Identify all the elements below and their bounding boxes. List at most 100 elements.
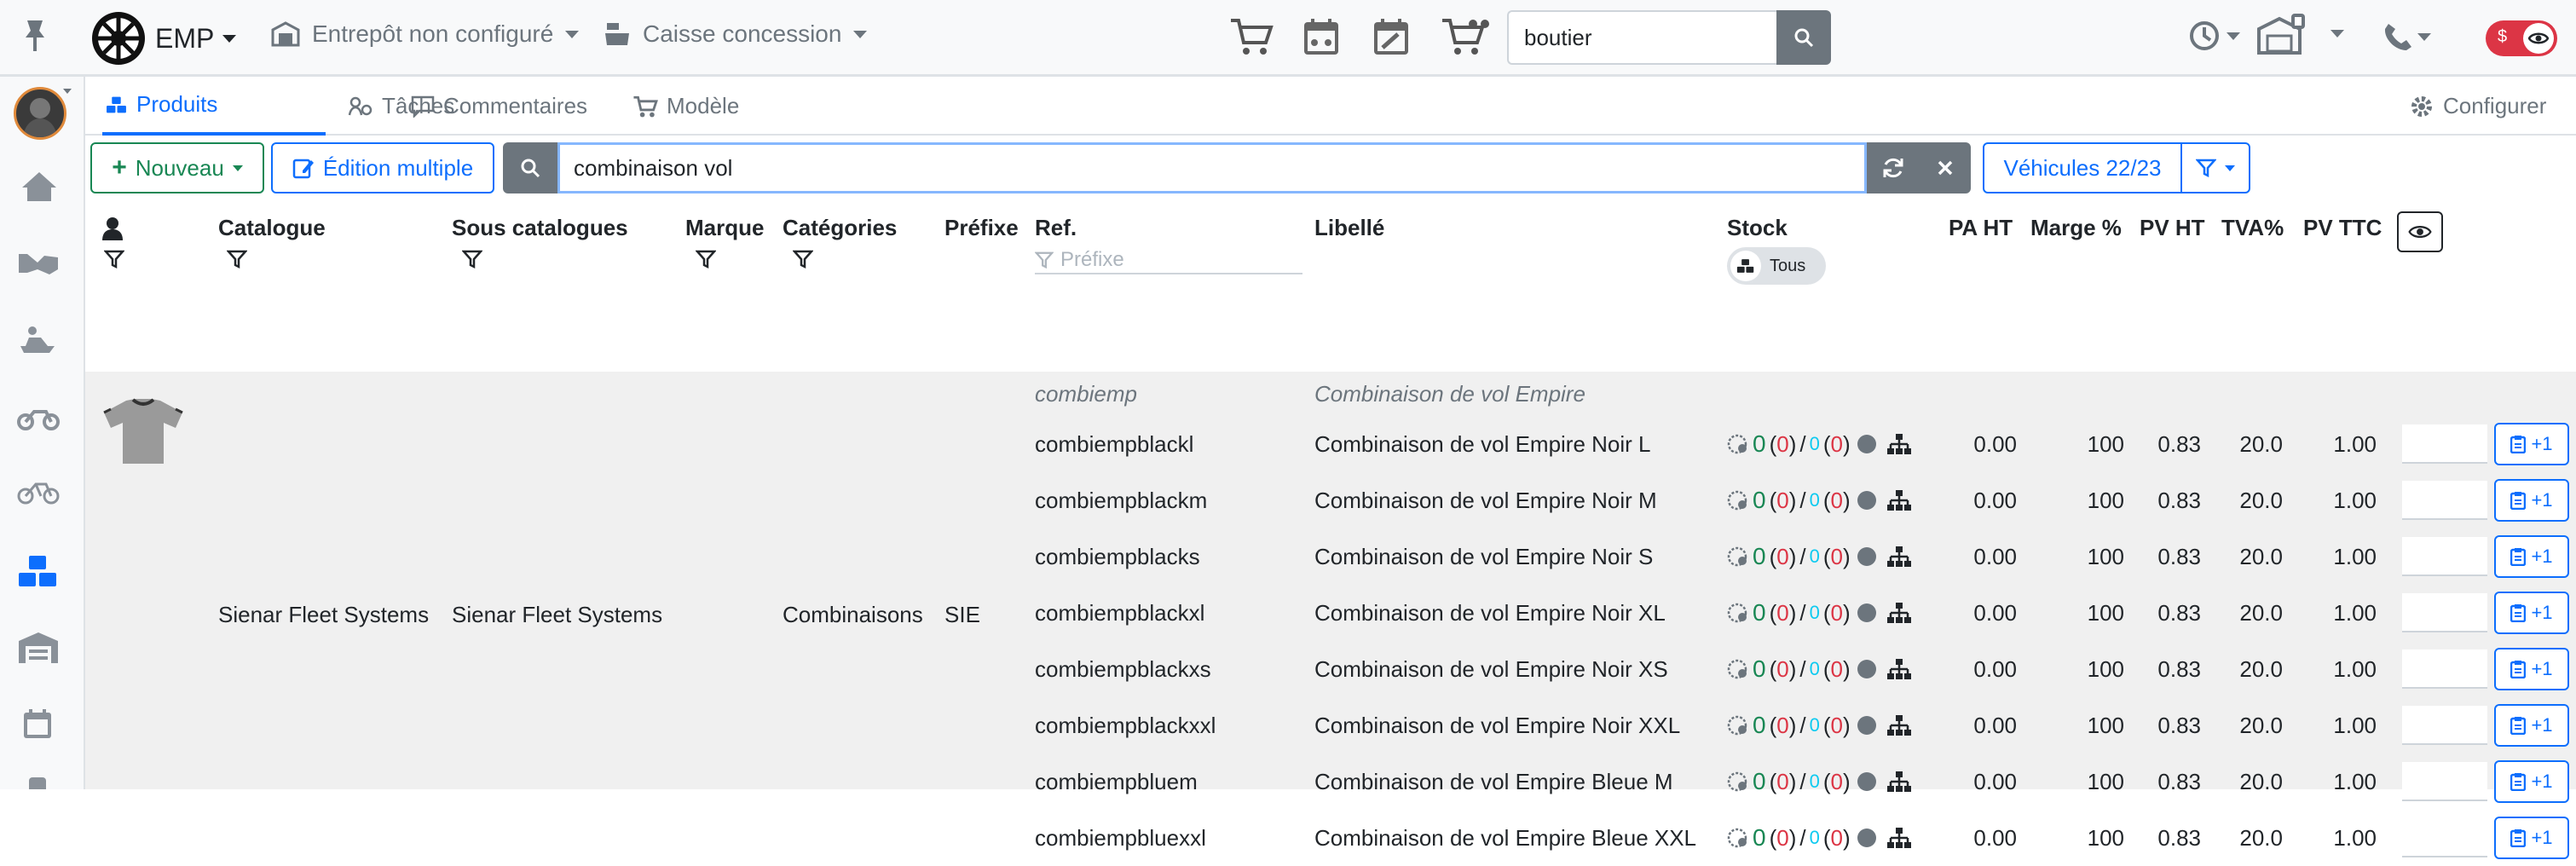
product-search-input[interactable]: [557, 142, 1867, 193]
table-row[interactable]: combiempblackl Combinaison de vol Empire…: [85, 416, 2576, 472]
table-row[interactable]: combiempbluem Combinaison de vol Empire …: [85, 753, 2576, 810]
sidebar-item-calendar[interactable]: [22, 707, 53, 740]
sitemap-icon[interactable]: [1886, 546, 1912, 568]
column-header-tva[interactable]: TVA%: [2221, 215, 2284, 241]
stock-detail-icon[interactable]: [1727, 489, 1749, 511]
quantity-input[interactable]: [2402, 537, 2487, 576]
sidebar-item-jetski[interactable]: [17, 324, 60, 356]
pin-icon[interactable]: [24, 19, 46, 53]
filter-icon[interactable]: [696, 249, 716, 269]
table-row[interactable]: combiempblacks Combinaison de vol Empire…: [85, 528, 2576, 585]
tab-products[interactable]: Produits: [102, 77, 326, 136]
brand-menu[interactable]: EMP: [90, 10, 237, 66]
global-search-input[interactable]: [1507, 10, 1776, 65]
sidebar-item-motorcycle[interactable]: [17, 405, 60, 430]
add-one-button[interactable]: +1: [2494, 479, 2569, 522]
phone-menu[interactable]: [2383, 22, 2431, 51]
stock-detail-icon[interactable]: [1727, 714, 1749, 736]
quantity-input[interactable]: [2402, 593, 2487, 632]
sitemap-icon[interactable]: [1886, 433, 1912, 455]
cart-icon[interactable]: [1229, 17, 1274, 56]
calendar-wrench-icon[interactable]: [1372, 17, 1410, 56]
table-row[interactable]: combiempblackxxl Combinaison de vol Empi…: [85, 697, 2576, 753]
table-row[interactable]: combiempblackxl Combinaison de vol Empir…: [85, 585, 2576, 641]
quantity-input[interactable]: [2402, 424, 2487, 464]
stock-detail-icon[interactable]: [1727, 658, 1749, 680]
new-button[interactable]: + Nouveau: [90, 142, 264, 193]
stock-detail-icon[interactable]: [1727, 433, 1749, 455]
filter-icon[interactable]: [227, 249, 247, 269]
avatar[interactable]: [14, 87, 66, 140]
column-header-categories[interactable]: Catégories: [783, 215, 897, 241]
column-header-stock[interactable]: Stock: [1727, 215, 1788, 241]
filter-icon[interactable]: [793, 249, 813, 269]
column-header-marque[interactable]: Marque: [685, 215, 764, 241]
privacy-toggle[interactable]: $: [2486, 20, 2557, 56]
ref-prefix-filter[interactable]: Préfixe: [1035, 247, 1302, 274]
stock-detail-icon[interactable]: [1727, 827, 1749, 849]
add-one-button[interactable]: +1: [2494, 592, 2569, 634]
column-header-ref[interactable]: Ref.: [1035, 215, 1077, 241]
stock-detail-icon[interactable]: [1727, 771, 1749, 793]
quantity-input[interactable]: [2402, 650, 2487, 689]
tab-model[interactable]: Modèle: [632, 77, 739, 136]
sidebar-item-home[interactable]: [20, 170, 58, 203]
sitemap-icon[interactable]: [1886, 714, 1912, 736]
add-one-button[interactable]: +1: [2494, 535, 2569, 578]
table-row[interactable]: combiempblackm Combinaison de vol Empire…: [85, 472, 2576, 528]
warehouse-status-menu[interactable]: [2257, 12, 2344, 55]
column-header-pv-ht[interactable]: PV HT: [2140, 215, 2205, 241]
column-header-pa-ht[interactable]: PA HT: [1949, 215, 2013, 241]
stock-detail-icon[interactable]: [1727, 546, 1749, 568]
table-row[interactable]: combiempbluexxl Combinaison de vol Empir…: [85, 810, 2576, 866]
filter-icon[interactable]: [462, 249, 482, 269]
register-selector[interactable]: Caisse concession: [604, 20, 868, 48]
sidebar-item-more[interactable]: [29, 777, 46, 789]
cart-moto-icon[interactable]: [1441, 17, 1490, 56]
quantity-input[interactable]: [2402, 481, 2487, 520]
cell-libelle: Combinaison de vol Empire Noir L: [1314, 431, 1651, 457]
column-header-prefixe[interactable]: Préfixe: [944, 215, 1019, 241]
tab-comments[interactable]: Commentaires: [411, 77, 587, 136]
column-header-sous-catalogues[interactable]: Sous catalogues: [452, 215, 628, 241]
sidebar-item-warehouse[interactable]: [17, 631, 60, 665]
sitemap-icon[interactable]: [1886, 658, 1912, 680]
clear-search-button[interactable]: [1920, 142, 1971, 193]
table-row[interactable]: combiempblackxs Combinaison de vol Empir…: [85, 641, 2576, 697]
vehicles-button[interactable]: Véhicules 22/23: [1983, 142, 2182, 193]
multi-edit-button[interactable]: Édition multiple: [271, 142, 494, 193]
sitemap-icon[interactable]: [1886, 771, 1912, 793]
quantity-input[interactable]: [2402, 706, 2487, 745]
filter-icon[interactable]: [104, 249, 124, 269]
warehouse-selector[interactable]: Entrepôt non configuré: [271, 20, 580, 48]
add-one-button[interactable]: +1: [2494, 704, 2569, 747]
column-header-pv-ttc[interactable]: PV TTC: [2303, 215, 2382, 241]
sidebar-item-handshake[interactable]: [17, 247, 60, 276]
search-button[interactable]: [1776, 10, 1831, 65]
sidebar-item-bicycle[interactable]: [17, 477, 60, 505]
quantity-input[interactable]: [2402, 818, 2487, 857]
sitemap-icon[interactable]: [1886, 602, 1912, 624]
calendar-moto-icon[interactable]: [1302, 17, 1340, 56]
column-header-marge[interactable]: Marge %: [2030, 215, 2122, 241]
column-header-libelle[interactable]: Libellé: [1314, 215, 1384, 241]
add-one-button[interactable]: +1: [2494, 648, 2569, 690]
add-one-button[interactable]: +1: [2494, 423, 2569, 465]
add-one-button[interactable]: +1: [2494, 760, 2569, 803]
stock-available: 0: [1753, 768, 1766, 794]
clipboard-icon: [2510, 717, 2527, 735]
add-one-button[interactable]: +1: [2494, 817, 2569, 859]
history-menu[interactable]: [2187, 19, 2240, 53]
sitemap-icon[interactable]: [1886, 489, 1912, 511]
column-header-catalogue[interactable]: Catalogue: [218, 215, 326, 241]
refresh-button[interactable]: [1867, 142, 1920, 193]
stock-filter-toggle[interactable]: Tous: [1727, 247, 1826, 285]
bicycle-icon: [17, 482, 60, 505]
vehicles-filter-button[interactable]: [2180, 142, 2250, 193]
sitemap-icon[interactable]: [1886, 827, 1912, 849]
sidebar-item-products[interactable]: [17, 554, 60, 588]
stock-detail-icon[interactable]: [1727, 602, 1749, 624]
configure-button[interactable]: Configurer: [2409, 77, 2546, 136]
quantity-input[interactable]: [2402, 762, 2487, 801]
column-visibility-button[interactable]: [2397, 211, 2443, 252]
